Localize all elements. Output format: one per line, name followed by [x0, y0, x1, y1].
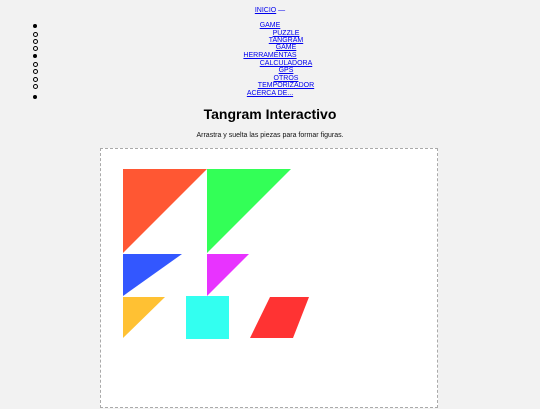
menu-item-acerca: ACERCA DE...	[0, 90, 540, 98]
menu-link-herramentas[interactable]: HERRAMENTAS	[243, 52, 296, 59]
menu-link-acerca[interactable]: ACERCA DE...	[247, 90, 293, 97]
menu-link-game-sub[interactable]: GAME	[276, 44, 297, 51]
bullet-icon	[33, 95, 37, 99]
inicio-link[interactable]: INICIO	[255, 7, 276, 14]
menu-link-calculadora[interactable]: CALCULADORA	[260, 60, 313, 67]
top-nav: INICIO —	[0, 7, 540, 14]
circle-bullet-icon	[33, 84, 38, 89]
circle-bullet-icon	[33, 46, 38, 51]
menu-link-tangram[interactable]: TANGRAM	[269, 37, 303, 44]
menu-link-puzzle[interactable]: PUZZLE	[273, 30, 300, 37]
small-triangle-yellow[interactable]	[123, 297, 165, 338]
menu-item-empty	[0, 90, 40, 99]
parallelogram-red[interactable]	[250, 297, 309, 338]
submenu-item-temporizador: TEMPORIZADOR	[0, 82, 540, 90]
tangram-board[interactable]	[100, 148, 438, 408]
large-triangle-orange[interactable]	[123, 169, 207, 253]
large-triangle-green[interactable]	[207, 169, 291, 253]
menu-link-game[interactable]: GAME	[260, 22, 281, 29]
menu-link-temporizador[interactable]: TEMPORIZADOR	[258, 82, 314, 89]
menu-link-otros[interactable]: OTROS	[274, 75, 299, 82]
tangram-canvas	[123, 169, 309, 339]
submenu-item-game: GAME	[0, 44, 540, 52]
nav-separator: —	[278, 7, 286, 14]
menu-item-game: GAME	[0, 22, 540, 30]
small-triangle-magenta[interactable]	[207, 254, 249, 296]
square-cyan[interactable]	[186, 296, 229, 339]
submenu-item-gps: GPS	[0, 67, 540, 75]
page-title: Tangram Interactivo	[203, 106, 337, 122]
bullet-icon	[33, 24, 37, 28]
page-subtitle: Arrastra y suelta las piezas para formar…	[196, 132, 344, 139]
medium-triangle-blue[interactable]	[123, 254, 182, 296]
circle-bullet-icon	[33, 69, 38, 74]
menu-item-herramentas: HERRAMENTAS	[0, 52, 540, 60]
bullet-icon	[33, 54, 37, 58]
menu-link-gps[interactable]: GPS	[279, 67, 294, 74]
